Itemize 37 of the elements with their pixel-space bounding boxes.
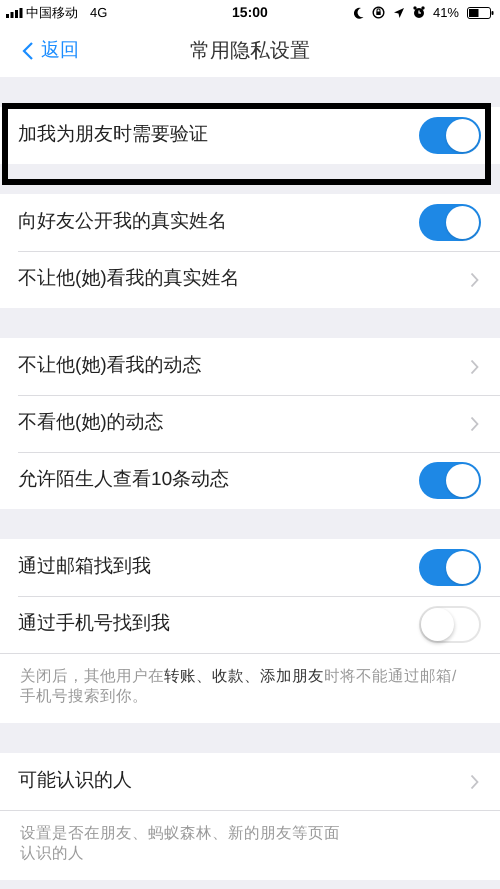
toggle-switch[interactable] xyxy=(419,549,481,586)
hint-text: 认识的人 xyxy=(20,844,85,864)
page-title: 常用隐私设置 xyxy=(190,39,310,64)
toggle-switch[interactable] xyxy=(419,462,481,499)
chevron-right-icon xyxy=(470,272,479,288)
toggle-switch[interactable] xyxy=(419,606,481,643)
chevron-right-icon xyxy=(470,774,479,790)
battery-percent: 41% xyxy=(432,4,459,22)
carrier-name: 中国移动 xyxy=(26,4,78,22)
hint-text: 设置是否在朋友、蚂蚁森林、新的朋友等页面 xyxy=(20,824,341,844)
alarm-clock-icon xyxy=(412,6,425,19)
setting-row[interactable]: 不看他(她)的动态 xyxy=(0,395,500,452)
setting-label: 向好友公开我的真实姓名 xyxy=(18,210,227,234)
moon-icon xyxy=(354,6,364,18)
setting-label: 通过手机号找到我 xyxy=(18,612,170,636)
setting-row[interactable]: 可能认识的人 xyxy=(0,753,500,810)
hint-text: 关闭后，其他用户在转账、收款、添加朋友时将不能通过邮箱/手机号搜索到你。 xyxy=(20,667,458,707)
toggle-switch[interactable] xyxy=(419,117,481,154)
setting-label: 允许陌生人查看10条动态 xyxy=(18,468,230,492)
network-type: 4G xyxy=(90,4,108,22)
toggle-switch[interactable] xyxy=(419,204,481,241)
back-chevron-icon xyxy=(22,41,34,61)
rotation-lock-icon xyxy=(372,6,385,19)
setting-label: 可能认识的人 xyxy=(18,769,132,794)
clock-time: 15:00 xyxy=(232,3,268,22)
setting-label: 不看他(她)的动态 xyxy=(18,411,164,436)
setting-row[interactable]: 不让他(她)看我的真实姓名 xyxy=(0,251,500,308)
setting-label: 不让他(她)看我的动态 xyxy=(18,354,202,378)
signal-icon xyxy=(6,8,24,18)
setting-label: 不让他(她)看我的真实姓名 xyxy=(18,267,240,292)
setting-row[interactable]: 不让他(她)看我的动态 xyxy=(0,338,500,395)
battery-icon xyxy=(467,6,494,18)
setting-label: 通过邮箱找到我 xyxy=(18,555,151,580)
setting-label: 加我为朋友时需要验证 xyxy=(18,123,208,148)
chevron-right-icon xyxy=(470,416,479,432)
location-arrow-icon xyxy=(392,6,405,18)
chevron-right-icon xyxy=(470,358,479,374)
